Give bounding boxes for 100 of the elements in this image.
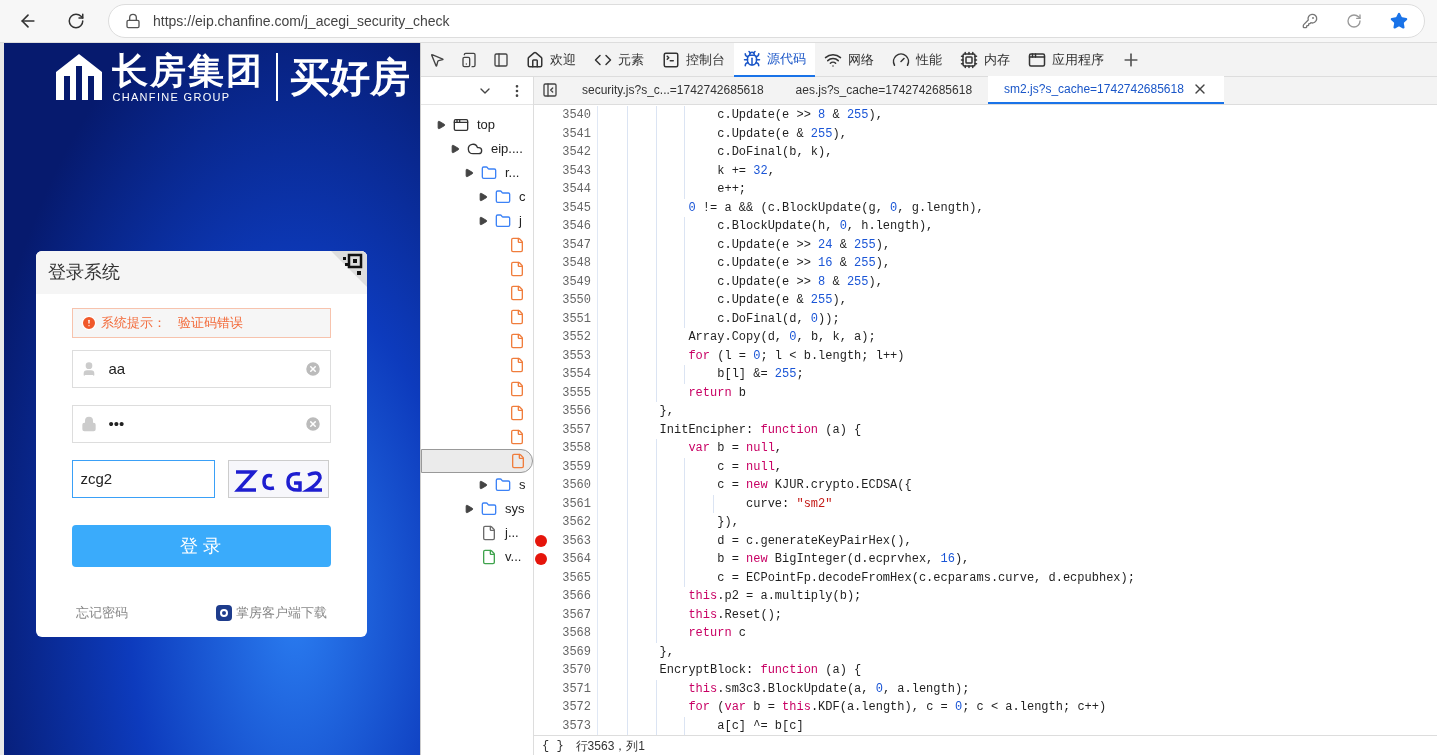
line-gutter[interactable]: 3556 [534, 402, 598, 421]
file-tab[interactable]: sm2.js?s_cache=1742742685618 [988, 76, 1224, 104]
line-gutter[interactable]: 3571 [534, 679, 598, 698]
line-gutter[interactable]: 3544 [534, 180, 598, 199]
line-gutter[interactable]: 3551 [534, 309, 598, 328]
line-gutter[interactable]: 3543 [534, 161, 598, 180]
tree-row[interactable]: s [421, 473, 533, 497]
devtools-tab[interactable]: 控制台 [653, 42, 734, 77]
line-gutter[interactable]: 3560 [534, 476, 598, 495]
inspect-icon[interactable] [429, 51, 445, 68]
line-number: 3562 [562, 514, 591, 532]
line-gutter[interactable]: 3558 [534, 439, 598, 458]
expand-arrow-icon[interactable] [464, 168, 474, 178]
line-gutter[interactable]: 3564 [534, 550, 598, 569]
devtools-tab[interactable]: 欢迎 [517, 42, 585, 77]
expand-arrow-icon[interactable] [478, 192, 488, 202]
password-field[interactable]: ••• [71, 405, 331, 443]
device-toolbar-icon[interactable] [461, 51, 477, 68]
breakpoint-marker[interactable] [535, 534, 547, 547]
tree-label[interactable]: r... [505, 163, 520, 183]
devtools-tab[interactable]: 源代码 [734, 42, 815, 77]
tree-row[interactable]: eip.... [421, 137, 533, 161]
line-gutter[interactable]: 3569 [534, 642, 598, 661]
username-field[interactable]: aa [71, 350, 331, 388]
key-icon[interactable] [1302, 13, 1318, 29]
line-gutter[interactable]: 3567 [534, 605, 598, 624]
expand-arrow-icon[interactable] [464, 504, 474, 514]
line-number: 3543 [562, 162, 591, 180]
tree-label[interactable]: j... [505, 523, 519, 543]
tree-label[interactable]: j [519, 211, 522, 231]
tree-label[interactable]: eip.... [491, 139, 523, 159]
expand-arrow-icon[interactable] [478, 216, 488, 226]
tree-row[interactable]: top [421, 113, 533, 137]
captcha-image[interactable] [227, 460, 329, 498]
file-tab[interactable]: aes.js?s_cache=1742742685618 [779, 76, 989, 104]
line-gutter[interactable]: 3573 [534, 716, 598, 735]
tree-row[interactable]: sys [421, 497, 533, 521]
toggle-navigator-icon[interactable] [542, 82, 558, 98]
panel-toggle-icon[interactable] [493, 51, 509, 68]
tree-row[interactable]: r... [421, 161, 533, 185]
tree-label[interactable]: s [519, 475, 526, 495]
tree-label[interactable]: top [477, 115, 496, 135]
line-gutter[interactable]: 3548 [534, 254, 598, 273]
tree-row[interactable]: j [421, 209, 533, 233]
tree-label[interactable]: sys [505, 499, 525, 519]
captcha-field[interactable]: zcg2 [71, 460, 215, 498]
devtools-tab[interactable]: 元素 [585, 42, 653, 77]
line-number: 3542 [562, 144, 591, 162]
expand-arrow-icon[interactable] [450, 144, 460, 154]
line-gutter[interactable]: 3565 [534, 568, 598, 587]
line-gutter[interactable]: 3550 [534, 291, 598, 310]
line-gutter[interactable]: 3559 [534, 457, 598, 476]
line-gutter[interactable]: 3553 [534, 346, 598, 365]
line-gutter[interactable]: 3563 [534, 531, 598, 550]
code-line: this.sm3c3.BlockUpdate(a, 0, a.length); [687, 680, 970, 698]
line-gutter[interactable]: 3561 [534, 494, 598, 513]
address-bar[interactable]: https://eip.chanfine.com/j_acegi_security_check [108, 4, 1425, 38]
tree-row[interactable]: v... [421, 545, 533, 569]
devtools-tab[interactable]: 性能 [883, 42, 951, 77]
line-gutter[interactable]: 3545 [534, 198, 598, 217]
line-gutter[interactable]: 3557 [534, 420, 598, 439]
frame-icon [453, 117, 469, 133]
code-line: var b = null, [687, 440, 783, 458]
code-line: c.DoFinal(b, k), [716, 144, 833, 162]
line-gutter[interactable]: 3540 [534, 106, 598, 125]
line-gutter[interactable]: 3542 [534, 143, 598, 162]
line-gutter[interactable]: 3566 [534, 587, 598, 606]
tree-row[interactable] [421, 449, 533, 473]
breakpoint-marker[interactable] [535, 553, 547, 565]
line-gutter[interactable]: 3570 [534, 661, 598, 680]
pretty-print-button[interactable]: { } [542, 736, 564, 755]
code-line: EncryptBlock: function (a) { [658, 662, 862, 680]
expand-arrow-icon[interactable] [478, 480, 488, 490]
tree-label[interactable]: v... [505, 547, 522, 567]
devtools-tab[interactable]: 网络 [815, 42, 883, 77]
tree-label[interactable]: c [519, 187, 526, 207]
tree-row[interactable]: j... [421, 521, 533, 545]
forgot-password-link[interactable]: 忘记密码 [75, 603, 128, 623]
file-tab[interactable]: security.js?s_c...=1742742685618 [566, 76, 780, 104]
line-gutter[interactable]: 3554 [534, 365, 598, 384]
line-gutter[interactable]: 3552 [534, 328, 598, 347]
line-gutter[interactable]: 3562 [534, 513, 598, 532]
line-gutter[interactable]: 3555 [534, 383, 598, 402]
line-gutter[interactable]: 3541 [534, 124, 598, 143]
refresh-circle-icon[interactable] [1346, 13, 1362, 29]
tree-row[interactable]: c [421, 185, 533, 209]
login-title: 登录系统 [47, 261, 120, 284]
line-gutter[interactable]: 3572 [534, 698, 598, 717]
favorite-star-icon[interactable] [1390, 12, 1408, 30]
line-gutter[interactable]: 3547 [534, 235, 598, 254]
code-line: c = ECPointFp.decodeFromHex(c.ecparams.curve, d.ecpubhex); [716, 569, 1135, 587]
devtools-tab[interactable]: 内存 [951, 42, 1019, 77]
line-number: 3541 [562, 125, 591, 143]
line-gutter[interactable]: 3568 [534, 624, 598, 643]
devtools-tab[interactable]: 应用程序 [1019, 42, 1113, 77]
line-gutter[interactable]: 3549 [534, 272, 598, 291]
qr-code-icon[interactable] [330, 251, 367, 287]
client-download-link[interactable]: 掌房客户端下载 [235, 603, 327, 623]
line-gutter[interactable]: 3546 [534, 217, 598, 236]
expand-arrow-icon[interactable] [436, 120, 446, 130]
